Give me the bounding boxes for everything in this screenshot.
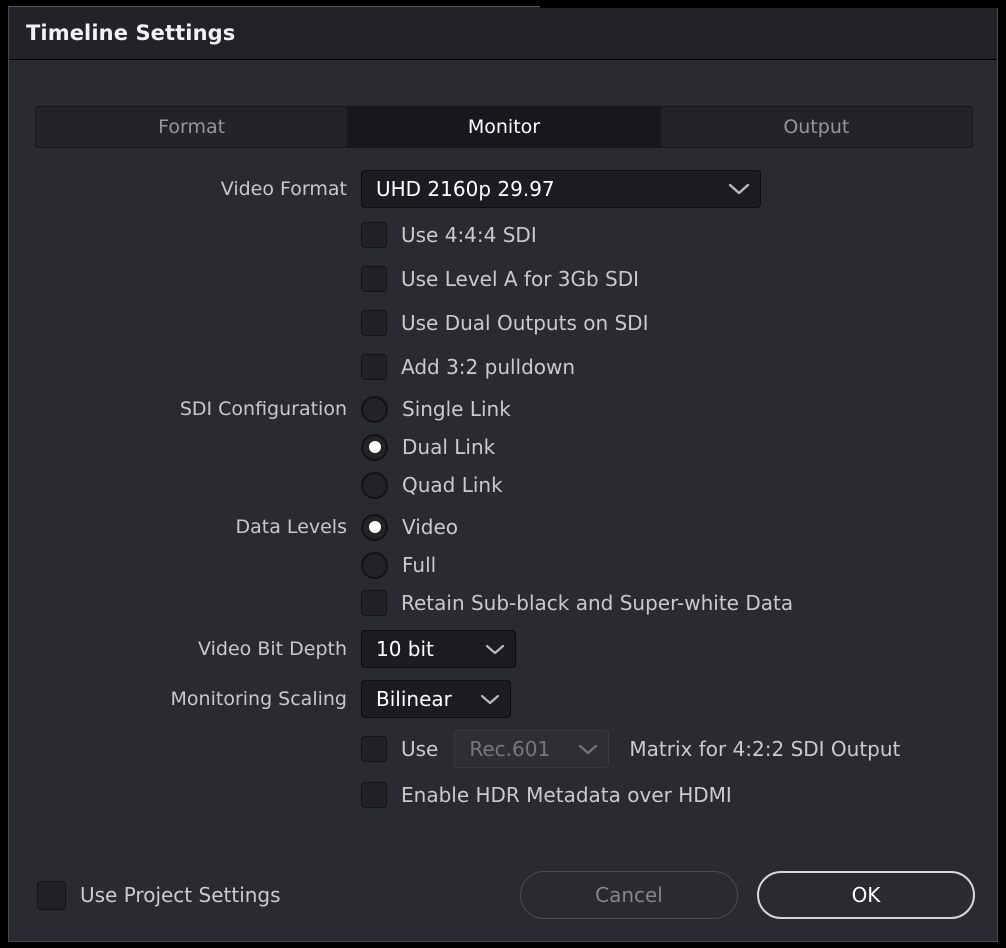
dialog-titlebar: Timeline Settings [9,7,997,60]
row-video-bit-depth: Video Bit Depth 10 bit [9,630,999,668]
use-matrix-word: Use [401,737,439,761]
data-levels-label: Data Levels [235,516,347,538]
matrix-tail-text: Matrix for 4:2:2 SDI Output [629,737,901,761]
chevron-down-icon [462,693,500,706]
checkbox-add-32-pulldown[interactable] [361,354,387,380]
checkbox-use-project-settings-label: Use Project Settings [80,883,281,907]
dialog-footer: Use Project Settings Cancel OK [9,871,999,919]
checkbox-use-dual-outputs-on-sdi-label: Use Dual Outputs on SDI [401,311,649,335]
settings-tabbar: Format Monitor Output [35,106,973,148]
checkbox-enable-hdr-metadata-over-hdmi-label: Enable HDR Metadata over HDMI [401,783,732,807]
tab-format[interactable]: Format [36,107,349,147]
radio-sdi-single-link-label: Single Link [402,397,511,421]
chevron-down-icon [710,182,750,196]
checkbox-use-dual-outputs-on-sdi[interactable] [361,310,387,336]
video-format-label: Video Format [220,178,347,200]
row-matrix-for-422-sdi-output: Use Rec.601 Matrix for 4:2:2 SDI Output [9,730,999,768]
dialog-body: Format Monitor Output Video Format UHD 2… [9,60,997,941]
chevron-down-icon [560,743,598,756]
video-format-value: UHD 2160p 29.97 [376,177,555,201]
radio-data-levels-video-label: Video [402,515,459,539]
radio-sdi-quad-link[interactable] [361,471,388,499]
tab-output[interactable]: Output [660,107,972,147]
row-data-levels-full: Full [9,550,999,580]
monitor-settings-form: Video Format UHD 2160p 29.97 Use 4:4:4 S… [9,170,999,810]
row-sdi-configuration-single: SDI Configuration Single Link [9,394,999,424]
video-bit-depth-select[interactable]: 10 bit [361,630,516,668]
monitoring-scaling-label: Monitoring Scaling [170,688,347,710]
matrix-select[interactable]: Rec.601 [454,730,610,768]
footer-actions: Cancel OK [520,871,975,919]
monitoring-scaling-select[interactable]: Bilinear [361,680,511,718]
use-project-settings-group: Use Project Settings [37,880,281,910]
checkbox-use-level-a-for-3gb-sdi[interactable] [361,266,387,292]
cancel-button[interactable]: Cancel [520,871,738,919]
timeline-settings-dialog: Timeline Settings Format Monitor Output … [8,6,998,942]
checkbox-use-444-sdi-label: Use 4:4:4 SDI [401,223,537,247]
row-add-32-pulldown: Add 3:2 pulldown [9,352,999,382]
radio-sdi-dual-link-label: Dual Link [402,435,496,459]
video-bit-depth-value: 10 bit [376,637,434,661]
radio-sdi-quad-link-label: Quad Link [402,473,503,497]
video-format-select[interactable]: UHD 2160p 29.97 [361,170,761,208]
checkbox-add-32-pulldown-label: Add 3:2 pulldown [401,355,576,379]
dialog-title: Timeline Settings [26,21,236,45]
radio-dot [368,441,381,453]
radio-dot [369,479,381,491]
monitoring-scaling-value: Bilinear [376,687,452,711]
chevron-down-icon [467,643,505,656]
row-data-levels-video: Data Levels Video [9,512,999,542]
matrix-value: Rec.601 [469,737,551,761]
checkbox-use-matrix[interactable] [361,736,387,762]
radio-sdi-dual-link[interactable] [361,433,388,461]
checkbox-use-project-settings[interactable] [37,880,66,910]
checkbox-retain-sub-black-super-white-label: Retain Sub-black and Super-white Data [401,591,794,615]
sdi-configuration-label: SDI Configuration [179,398,347,420]
row-monitoring-scaling: Monitoring Scaling Bilinear [9,680,999,718]
screen: Timeline Settings Format Monitor Output … [0,0,1006,948]
checkbox-retain-sub-black-super-white[interactable] [361,590,387,616]
radio-data-levels-video[interactable] [361,513,388,541]
row-video-format: Video Format UHD 2160p 29.97 [9,170,999,208]
row-sdi-configuration-dual: Dual Link [9,432,999,462]
radio-sdi-single-link[interactable] [361,395,388,423]
checkbox-use-444-sdi[interactable] [361,222,387,248]
radio-dot [369,559,381,571]
video-bit-depth-label: Video Bit Depth [198,638,347,660]
checkbox-use-level-a-for-3gb-sdi-label: Use Level A for 3Gb SDI [401,267,640,291]
tab-monitor[interactable]: Monitor [348,107,661,147]
window-chrome-strip [540,0,1006,8]
ok-button[interactable]: OK [757,871,975,919]
row-sdi-configuration-quad: Quad Link [9,470,999,500]
row-use-level-a: Use Level A for 3Gb SDI [9,264,999,294]
row-use-444-sdi: Use 4:4:4 SDI [9,220,999,250]
radio-dot [369,403,381,415]
radio-dot [368,521,381,533]
row-retain-sub-black: Retain Sub-black and Super-white Data [9,588,999,618]
radio-data-levels-full-label: Full [402,553,437,577]
radio-data-levels-full[interactable] [361,551,388,579]
row-enable-hdr-metadata: Enable HDR Metadata over HDMI [9,780,999,810]
row-use-dual-outputs: Use Dual Outputs on SDI [9,308,999,338]
checkbox-enable-hdr-metadata-over-hdmi[interactable] [361,782,387,808]
